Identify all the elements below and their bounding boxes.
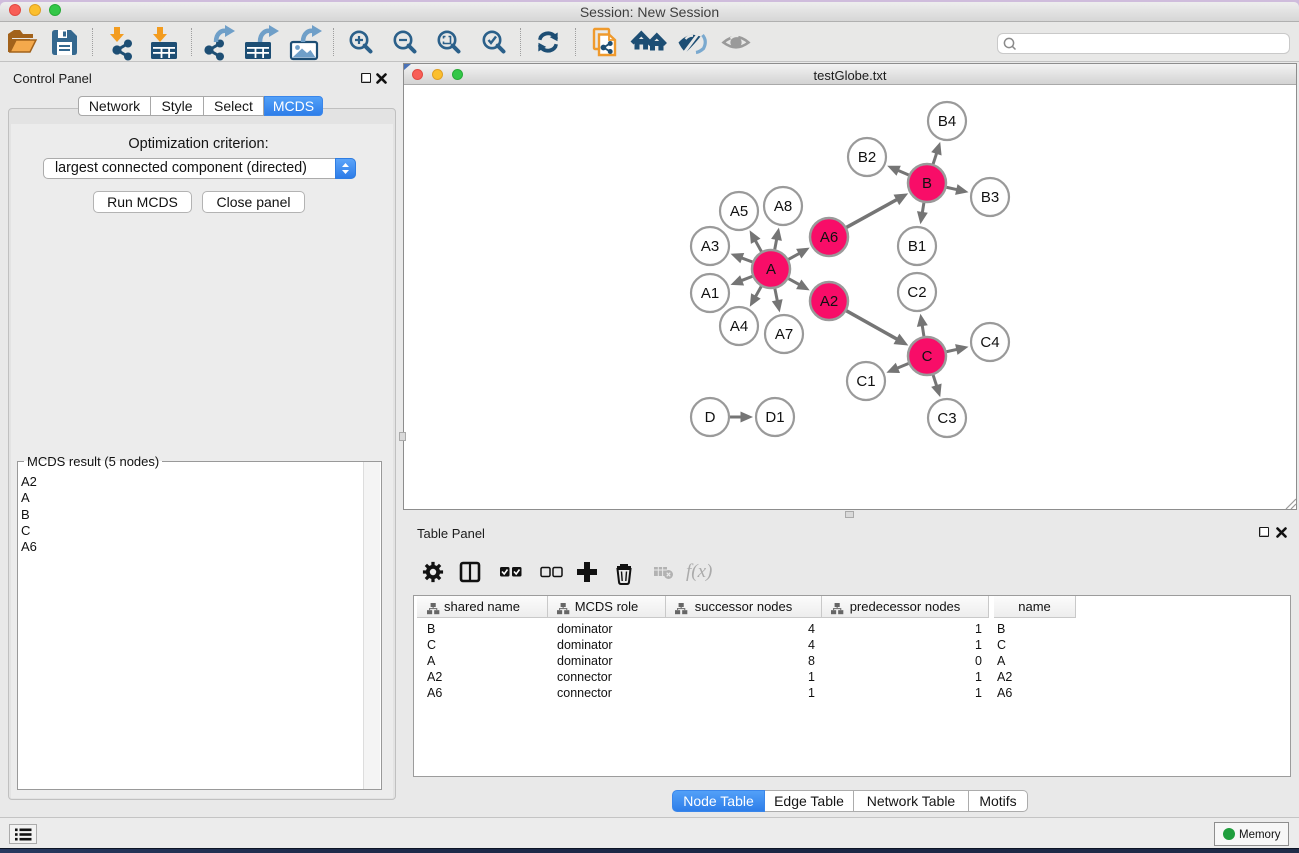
svg-text:D1: D1: [765, 409, 784, 426]
svg-text:B4: B4: [938, 113, 956, 130]
svg-text:A5: A5: [730, 203, 748, 220]
svg-text:A8: A8: [774, 198, 792, 215]
svg-text:C3: C3: [937, 410, 956, 427]
svg-text:A4: A4: [730, 318, 748, 335]
svg-text:A: A: [766, 261, 776, 278]
svg-text:B2: B2: [858, 149, 876, 166]
svg-text:A2: A2: [820, 293, 838, 310]
svg-text:A6: A6: [820, 229, 838, 246]
svg-text:B1: B1: [908, 238, 926, 255]
svg-text:A7: A7: [775, 326, 793, 343]
svg-text:C: C: [922, 348, 933, 365]
svg-text:B3: B3: [981, 189, 999, 206]
svg-text:A3: A3: [701, 238, 719, 255]
svg-text:A1: A1: [701, 285, 719, 302]
svg-text:D: D: [705, 409, 716, 426]
svg-text:C2: C2: [907, 284, 926, 301]
svg-text:C1: C1: [856, 373, 875, 390]
svg-text:B: B: [922, 175, 932, 192]
svg-text:C4: C4: [980, 334, 999, 351]
